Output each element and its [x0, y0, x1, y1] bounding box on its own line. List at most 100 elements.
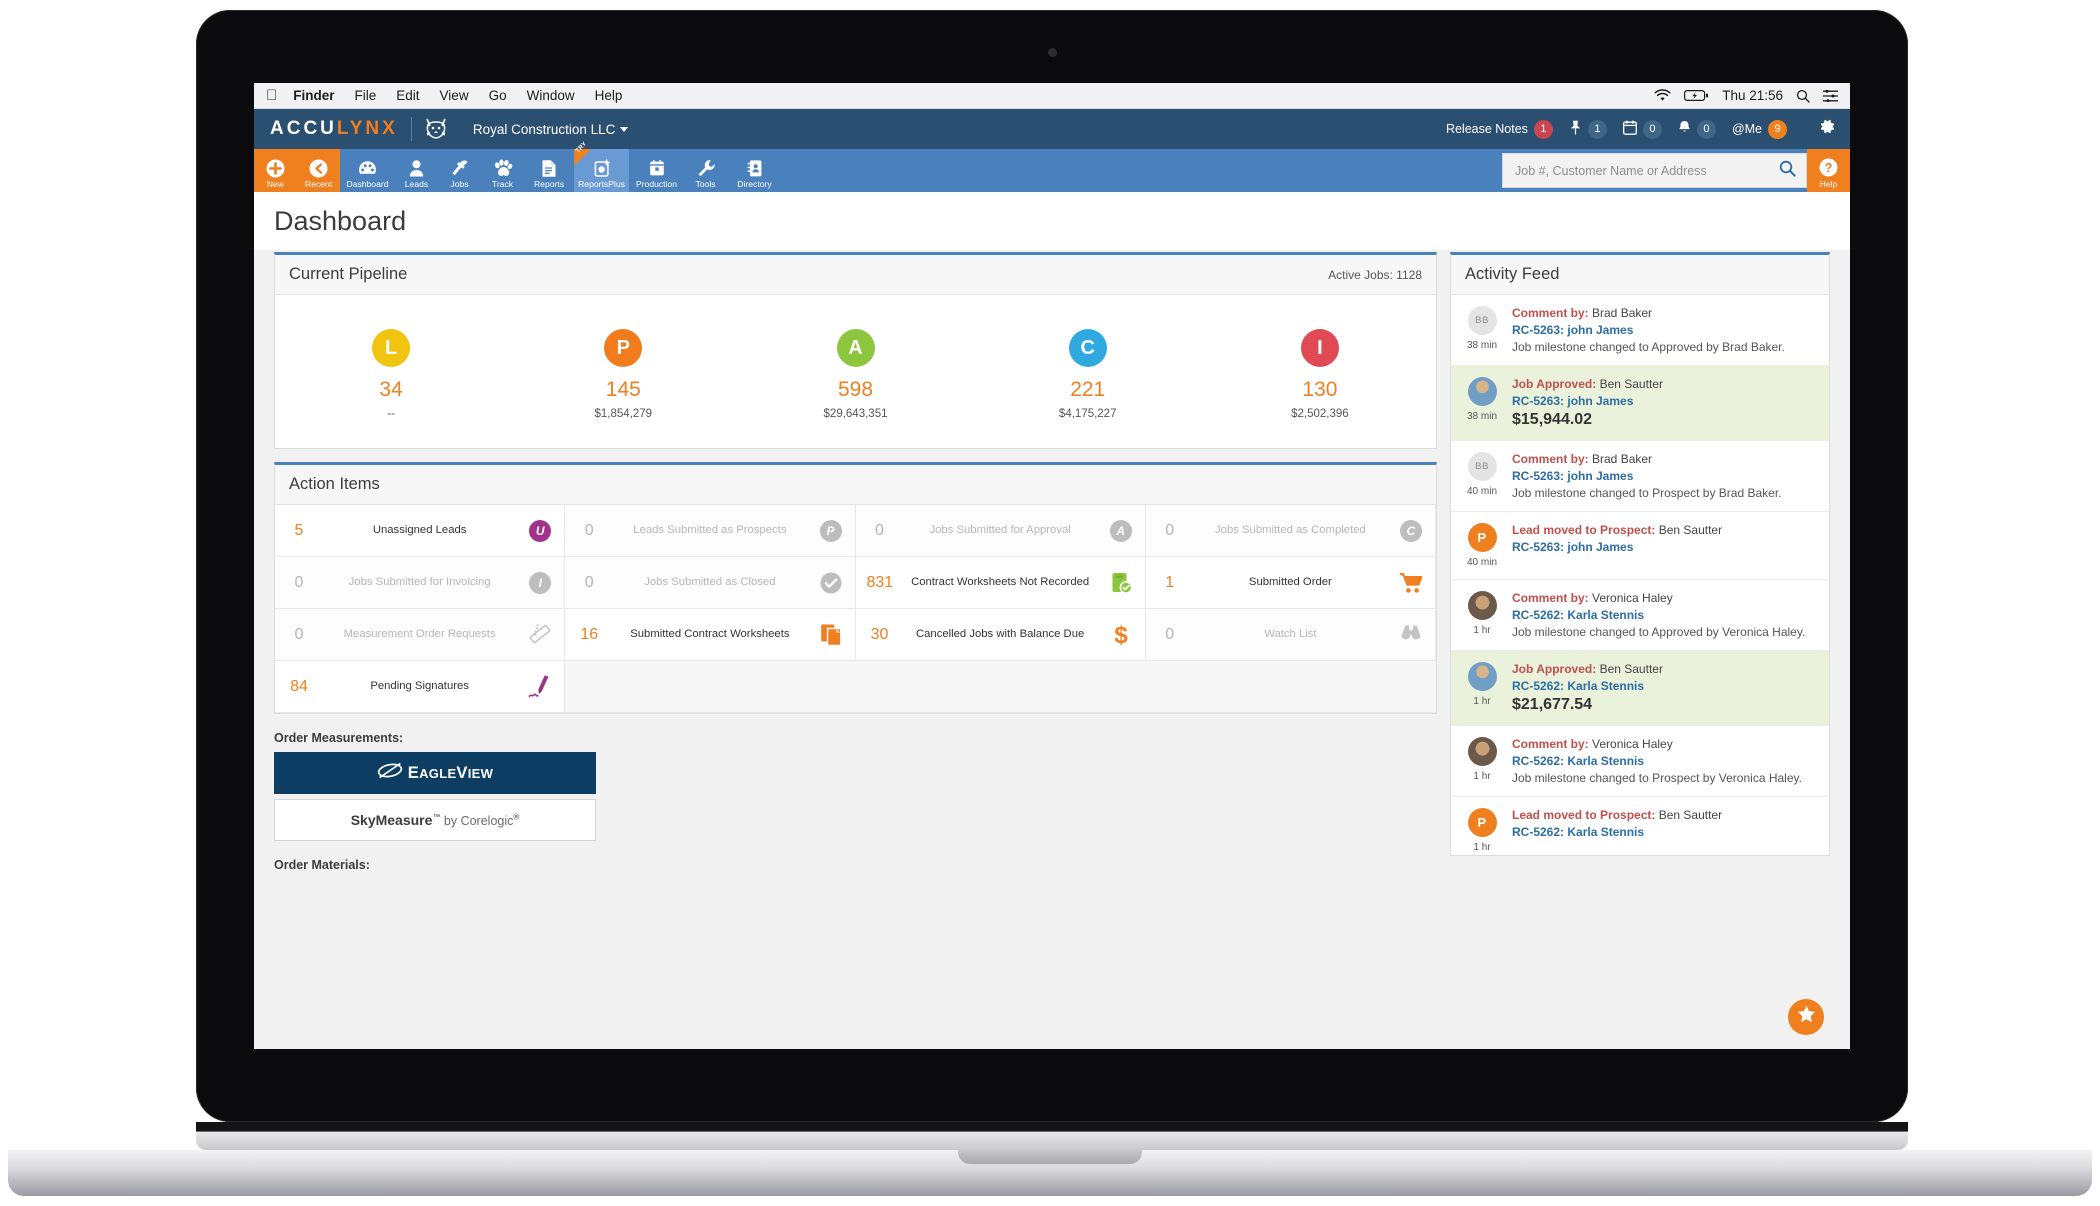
action-item-jobs-for-approval[interactable]: 0 Jobs Submitted for Approval A [855, 505, 1146, 557]
skymeasure-button[interactable]: SkyMeasure™ by Corelogic® [274, 799, 596, 841]
nav-production[interactable]: Production [629, 149, 684, 192]
action-items-card: Action Items 5 Unassigned Leads U 0 Lead… [274, 462, 1437, 714]
dashboard-content: Current Pipeline Active Jobs: 1128 L 34 … [254, 250, 1850, 1049]
wifi-icon[interactable] [1654, 89, 1671, 102]
menu-finder[interactable]: Finder [293, 88, 334, 103]
global-search[interactable] [1502, 153, 1807, 188]
nav-reportsplus[interactable]: TRY ReportsPlus [574, 141, 629, 192]
activity-item[interactable]: BB 38 min Comment by: Brad Baker RC-5263… [1451, 295, 1829, 366]
activity-job-link[interactable]: RC-5262: Karla Stennis [1512, 754, 1817, 768]
activity-avatar-block: 38 min [1462, 377, 1502, 429]
activity-time: 38 min [1466, 340, 1497, 351]
activity-job-link[interactable]: RC-5262: Karla Stennis [1512, 608, 1817, 622]
hammer-icon [450, 157, 469, 178]
nav-label: Tools [695, 179, 716, 190]
pipeline-stage-completed[interactable]: C 221 $4,175,227 [972, 329, 1204, 420]
activity-item[interactable]: P 1 hr Lead moved to Prospect: Ben Sautt… [1451, 797, 1829, 855]
menubar-clock[interactable]: Thu 21:56 [1722, 88, 1783, 103]
acculynx-logo[interactable]: ACCULYNX [270, 118, 398, 140]
action-count: 16 [580, 625, 599, 643]
nav-dashboard[interactable]: Dashboard [340, 149, 395, 192]
action-item-submitted-order[interactable]: 1 Submitted Order [1145, 557, 1436, 609]
activity-job-link[interactable]: RC-5262: Karla Stennis [1512, 679, 1817, 693]
search-input[interactable] [1515, 163, 1779, 178]
calendar-button[interactable]: 0 [1622, 119, 1662, 139]
pipeline-stage-invoicing[interactable]: I 130 $2,502,396 [1204, 329, 1436, 420]
activity-feed-list[interactable]: BB 38 min Comment by: Brad Baker RC-5263… [1451, 295, 1829, 855]
signature-pen-icon [527, 674, 553, 700]
menu-help[interactable]: Help [595, 88, 623, 103]
menu-file[interactable]: File [355, 88, 377, 103]
activity-item[interactable]: 1 hr Comment by: Veronica Haley RC-5262:… [1451, 580, 1829, 651]
action-item-empty-a [565, 661, 856, 713]
activity-job-link[interactable]: RC-5262: Karla Stennis [1512, 825, 1817, 839]
spotlight-search-icon[interactable] [1796, 89, 1810, 103]
menu-view[interactable]: View [440, 88, 469, 103]
stage-amount: $2,502,396 [1291, 408, 1349, 420]
menu-window[interactable]: Window [527, 88, 575, 103]
eagleview-button[interactable]: EAGLEVIEW [274, 752, 596, 794]
search-icon[interactable] [1779, 160, 1796, 182]
control-center-icon[interactable] [1823, 89, 1838, 102]
action-item-cancelled-jobs-balance-due[interactable]: 30 Cancelled Jobs with Balance Due $ [855, 609, 1146, 661]
nav-reports[interactable]: Reports [524, 149, 574, 192]
mentions-button[interactable]: @Me 9 [1732, 119, 1787, 139]
device-notch [958, 1150, 1142, 1164]
pipeline-stage-approved[interactable]: A 598 $29,643,351 [739, 329, 971, 420]
nav-recent[interactable]: Recent [297, 149, 340, 192]
nav-directory[interactable]: Directory [727, 149, 782, 192]
activity-item[interactable]: 1 hr Comment by: Veronica Haley RC-5262:… [1451, 726, 1829, 797]
action-item-leads-submitted-prospects[interactable]: 0 Leads Submitted as Prospects P [565, 505, 856, 557]
activity-item[interactable]: 1 hr Job Approved: Ben Sautter RC-5262: … [1451, 651, 1829, 726]
action-item-empty-c [1145, 661, 1436, 713]
nav-new[interactable]: New [254, 149, 297, 192]
stage-count: 145 [605, 378, 641, 401]
notifications-button[interactable]: 0 [1678, 119, 1716, 139]
release-notes-badge: 1 [1533, 119, 1553, 139]
calendar-icon [649, 157, 665, 178]
pipeline-stages: L 34 -- P 145 $1,854,279 A 598 $29,643,3… [275, 295, 1436, 448]
action-item-submitted-contract-worksheets[interactable]: 16 Submitted Contract Worksheets [565, 609, 856, 661]
action-item-jobs-as-closed[interactable]: 0 Jobs Submitted as Closed [565, 557, 856, 609]
release-notes-button[interactable]: Release Notes 1 [1446, 119, 1553, 139]
feedback-button[interactable] [1788, 999, 1824, 1035]
activity-job-link[interactable]: RC-5263: john James [1512, 323, 1817, 337]
pipeline-header: Current Pipeline Active Jobs: 1128 [275, 255, 1436, 295]
action-item-pending-signatures[interactable]: 84 Pending Signatures [275, 661, 566, 713]
menu-edit[interactable]: Edit [396, 88, 419, 103]
nav-track[interactable]: Track [481, 149, 524, 192]
activity-job-link[interactable]: RC-5263: john James [1512, 540, 1817, 554]
activity-item[interactable]: BB 40 min Comment by: Brad Baker RC-5263… [1451, 441, 1829, 512]
activity-actor: Ben Sautter [1655, 808, 1723, 822]
nav-jobs[interactable]: Jobs [438, 149, 481, 192]
activity-job-link[interactable]: RC-5263: john James [1512, 394, 1817, 408]
action-label: Leads Submitted as Prospects [633, 523, 787, 536]
action-item-unassigned-leads[interactable]: 5 Unassigned Leads U [275, 505, 566, 557]
nav-leads[interactable]: Leads [395, 149, 438, 192]
settings-button[interactable] [1799, 117, 1850, 141]
pipeline-stage-lead[interactable]: L 34 -- [275, 329, 507, 420]
company-selector[interactable]: Royal Construction LLC [473, 122, 629, 137]
activity-item[interactable]: 38 min Job Approved: Ben Sautter RC-5263… [1451, 366, 1829, 441]
activity-action: Job Approved: [1512, 662, 1597, 676]
activity-job-link[interactable]: RC-5263: john James [1512, 469, 1817, 483]
activity-feed-header: Activity Feed [1451, 255, 1829, 295]
stage-amount: $29,643,351 [823, 408, 888, 420]
action-label: Measurement Order Requests [343, 627, 496, 640]
clipboard-check-icon [1108, 570, 1134, 596]
screenshot-stage: MacBook  Finder File Edit View Go Windo… [0, 0, 2100, 1206]
help-button[interactable]: ? Help [1807, 149, 1850, 192]
action-item-jobs-for-invoicing[interactable]: 0 Jobs Submitted for Invoicing I [275, 557, 566, 609]
pipeline-stage-prospect[interactable]: P 145 $1,854,279 [507, 329, 739, 420]
apple-icon[interactable]:  [266, 88, 277, 103]
activity-item[interactable]: P 40 min Lead moved to Prospect: Ben Sau… [1451, 512, 1829, 580]
action-item-contract-worksheets-not-recorded[interactable]: 831 Contract Worksheets Not Recorded [855, 557, 1146, 609]
action-item-jobs-as-completed[interactable]: 0 Jobs Submitted as Completed C [1145, 505, 1436, 557]
action-item-measurement-order-requests[interactable]: 0 Measurement Order Requests [275, 609, 566, 661]
action-item-watch-list[interactable]: 0 Watch List [1145, 609, 1436, 661]
nav-tools[interactable]: Tools [684, 149, 727, 192]
action-label: Watch List [1264, 627, 1317, 640]
pinned-items-button[interactable]: 1 [1569, 119, 1607, 139]
menu-go[interactable]: Go [489, 88, 507, 103]
battery-charging-icon[interactable] [1684, 89, 1709, 102]
